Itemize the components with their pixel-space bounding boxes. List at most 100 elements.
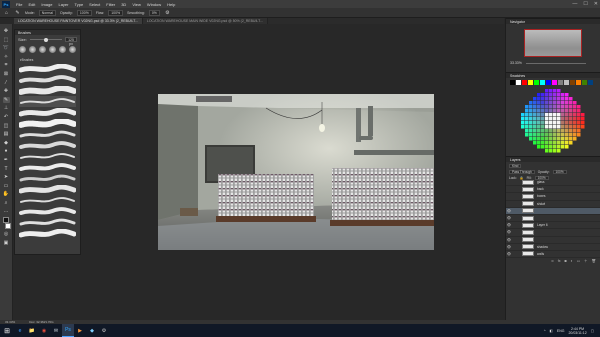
quick-mask-icon[interactable]: ◎	[3, 231, 10, 237]
smoothing-field[interactable]: 0%	[148, 9, 160, 16]
color-wheel-cell[interactable]	[553, 145, 557, 149]
color-wheel-cell[interactable]	[561, 129, 565, 133]
color-wheel-cell[interactable]	[577, 133, 581, 137]
color-wheel-cell[interactable]	[557, 121, 561, 125]
color-wheel-cell[interactable]	[521, 117, 525, 121]
color-wheel-cell[interactable]	[565, 105, 569, 109]
color-wheel-cell[interactable]	[561, 113, 565, 117]
color-wheel-cell[interactable]	[533, 113, 537, 117]
color-wheel-cell[interactable]	[577, 105, 581, 109]
color-wheel-cell[interactable]	[553, 141, 557, 145]
recent-brush-tip[interactable]	[69, 46, 76, 53]
brush-preset-icon[interactable]: ✎	[14, 10, 21, 16]
color-swatch[interactable]	[528, 80, 533, 85]
color-wheel-cell[interactable]	[549, 105, 553, 109]
taskbar-settings-icon[interactable]: ⚙	[98, 324, 110, 337]
shape-tool-icon[interactable]: ▭	[3, 183, 10, 189]
blend-mode-select[interactable]: Pass Through	[509, 169, 535, 174]
color-wheel-cell[interactable]	[569, 105, 573, 109]
color-wheel-cell[interactable]	[573, 117, 577, 121]
menu-image[interactable]: Image	[38, 2, 55, 7]
navigator-thumbnail[interactable]	[524, 29, 582, 57]
color-wheel-cell[interactable]	[541, 93, 545, 97]
trash-icon[interactable]: 🗑	[592, 259, 596, 263]
link-layers-icon[interactable]: ∞	[551, 259, 554, 263]
eye-icon[interactable]: 👁	[506, 216, 512, 220]
color-wheel-cell[interactable]	[541, 133, 545, 137]
color-wheel-cell[interactable]	[529, 125, 533, 129]
frame-tool-icon[interactable]: ⊠	[3, 71, 10, 77]
color-wheel-cell[interactable]	[565, 125, 569, 129]
color-wheel-cell[interactable]	[553, 97, 557, 101]
document-canvas[interactable]	[158, 94, 434, 250]
color-wheel-cell[interactable]	[561, 141, 565, 145]
brush-preset[interactable]	[19, 184, 76, 195]
mask-icon[interactable]: ◙	[564, 259, 566, 263]
color-wheel-cell[interactable]	[545, 105, 549, 109]
layer-row[interactable]: glass	[506, 179, 600, 187]
blur-tool-icon[interactable]: ◆	[3, 140, 10, 146]
color-wheel-cell[interactable]	[553, 133, 557, 137]
tray-clock[interactable]: 2:44 PM 20/03/11:12	[568, 327, 586, 335]
healing-tool-icon[interactable]: ✚	[3, 88, 10, 94]
layer-filter-kind[interactable]: Kind	[509, 163, 522, 168]
layer-row[interactable]: 👁	[506, 215, 600, 223]
color-wheel-cell[interactable]	[541, 109, 545, 113]
color-wheel-cell[interactable]	[577, 109, 581, 113]
color-wheel-cell[interactable]	[541, 101, 545, 105]
color-wheel-cell[interactable]	[549, 97, 553, 101]
color-wheel-cell[interactable]	[557, 137, 561, 141]
color-wheel-cell[interactable]	[537, 137, 541, 141]
color-wheel-cell[interactable]	[545, 125, 549, 129]
tray-language[interactable]: ENG	[557, 329, 565, 333]
color-wheel-cell[interactable]	[549, 149, 553, 153]
layer-row[interactable]: back	[506, 186, 600, 194]
taskbar-chrome-icon[interactable]: ◉	[38, 324, 50, 337]
color-wheel-cell[interactable]	[537, 145, 541, 149]
dodge-tool-icon[interactable]: ●	[3, 148, 10, 154]
folder-icon[interactable]: ▭	[577, 259, 580, 263]
eye-icon[interactable]: 👁	[506, 223, 512, 227]
color-wheel-cell[interactable]	[553, 113, 557, 117]
color-wheel-cell[interactable]	[581, 125, 585, 129]
photoshop-logo[interactable]: Ps	[2, 0, 10, 8]
color-wheel-cell[interactable]	[533, 117, 537, 121]
color-wheel[interactable]	[506, 88, 600, 156]
color-wheel-cell[interactable]	[525, 125, 529, 129]
brush-preset[interactable]	[19, 206, 76, 217]
color-wheel-cell[interactable]	[525, 121, 529, 125]
color-wheel-cell[interactable]	[541, 113, 545, 117]
color-wheel-cell[interactable]	[545, 141, 549, 145]
color-wheel-cell[interactable]	[545, 113, 549, 117]
color-wheel-cell[interactable]	[573, 133, 577, 137]
eye-icon[interactable]: 👁	[506, 245, 512, 249]
color-wheel-cell[interactable]	[565, 93, 569, 97]
move-tool-icon[interactable]: ✥	[3, 28, 10, 34]
color-swatch[interactable]	[558, 80, 563, 85]
eye-icon[interactable]: 👁	[506, 238, 512, 242]
adjustment-icon[interactable]: ◐	[571, 259, 573, 263]
color-wheel-cell[interactable]	[577, 121, 581, 125]
color-wheel-cell[interactable]	[533, 97, 537, 101]
brush-preset[interactable]	[19, 228, 76, 239]
menu-layer[interactable]: Layer	[55, 2, 71, 7]
color-wheel-cell[interactable]	[529, 105, 533, 109]
color-wheel-cell[interactable]	[561, 117, 565, 121]
color-wheel-cell[interactable]	[533, 133, 537, 137]
color-wheel-cell[interactable]	[521, 113, 525, 117]
color-wheel-cell[interactable]	[565, 101, 569, 105]
color-wheel-cell[interactable]	[533, 141, 537, 145]
taskbar-app-icon[interactable]: ◆	[86, 324, 98, 337]
color-wheel-cell[interactable]	[521, 121, 525, 125]
color-wheel-cell[interactable]	[553, 93, 557, 97]
color-wheel-cell[interactable]	[545, 97, 549, 101]
menu-select[interactable]: Select	[86, 2, 103, 7]
color-wheel-cell[interactable]	[537, 105, 541, 109]
color-wheel-cell[interactable]	[533, 129, 537, 133]
layer-row[interactable]: 👁 Layer 6	[506, 222, 600, 230]
color-wheel-cell[interactable]	[557, 89, 561, 93]
opacity-field[interactable]: 100%	[76, 9, 92, 16]
color-wheel-cell[interactable]	[569, 137, 573, 141]
color-wheel-cell[interactable]	[529, 121, 533, 125]
color-wheel-cell[interactable]	[533, 101, 537, 105]
